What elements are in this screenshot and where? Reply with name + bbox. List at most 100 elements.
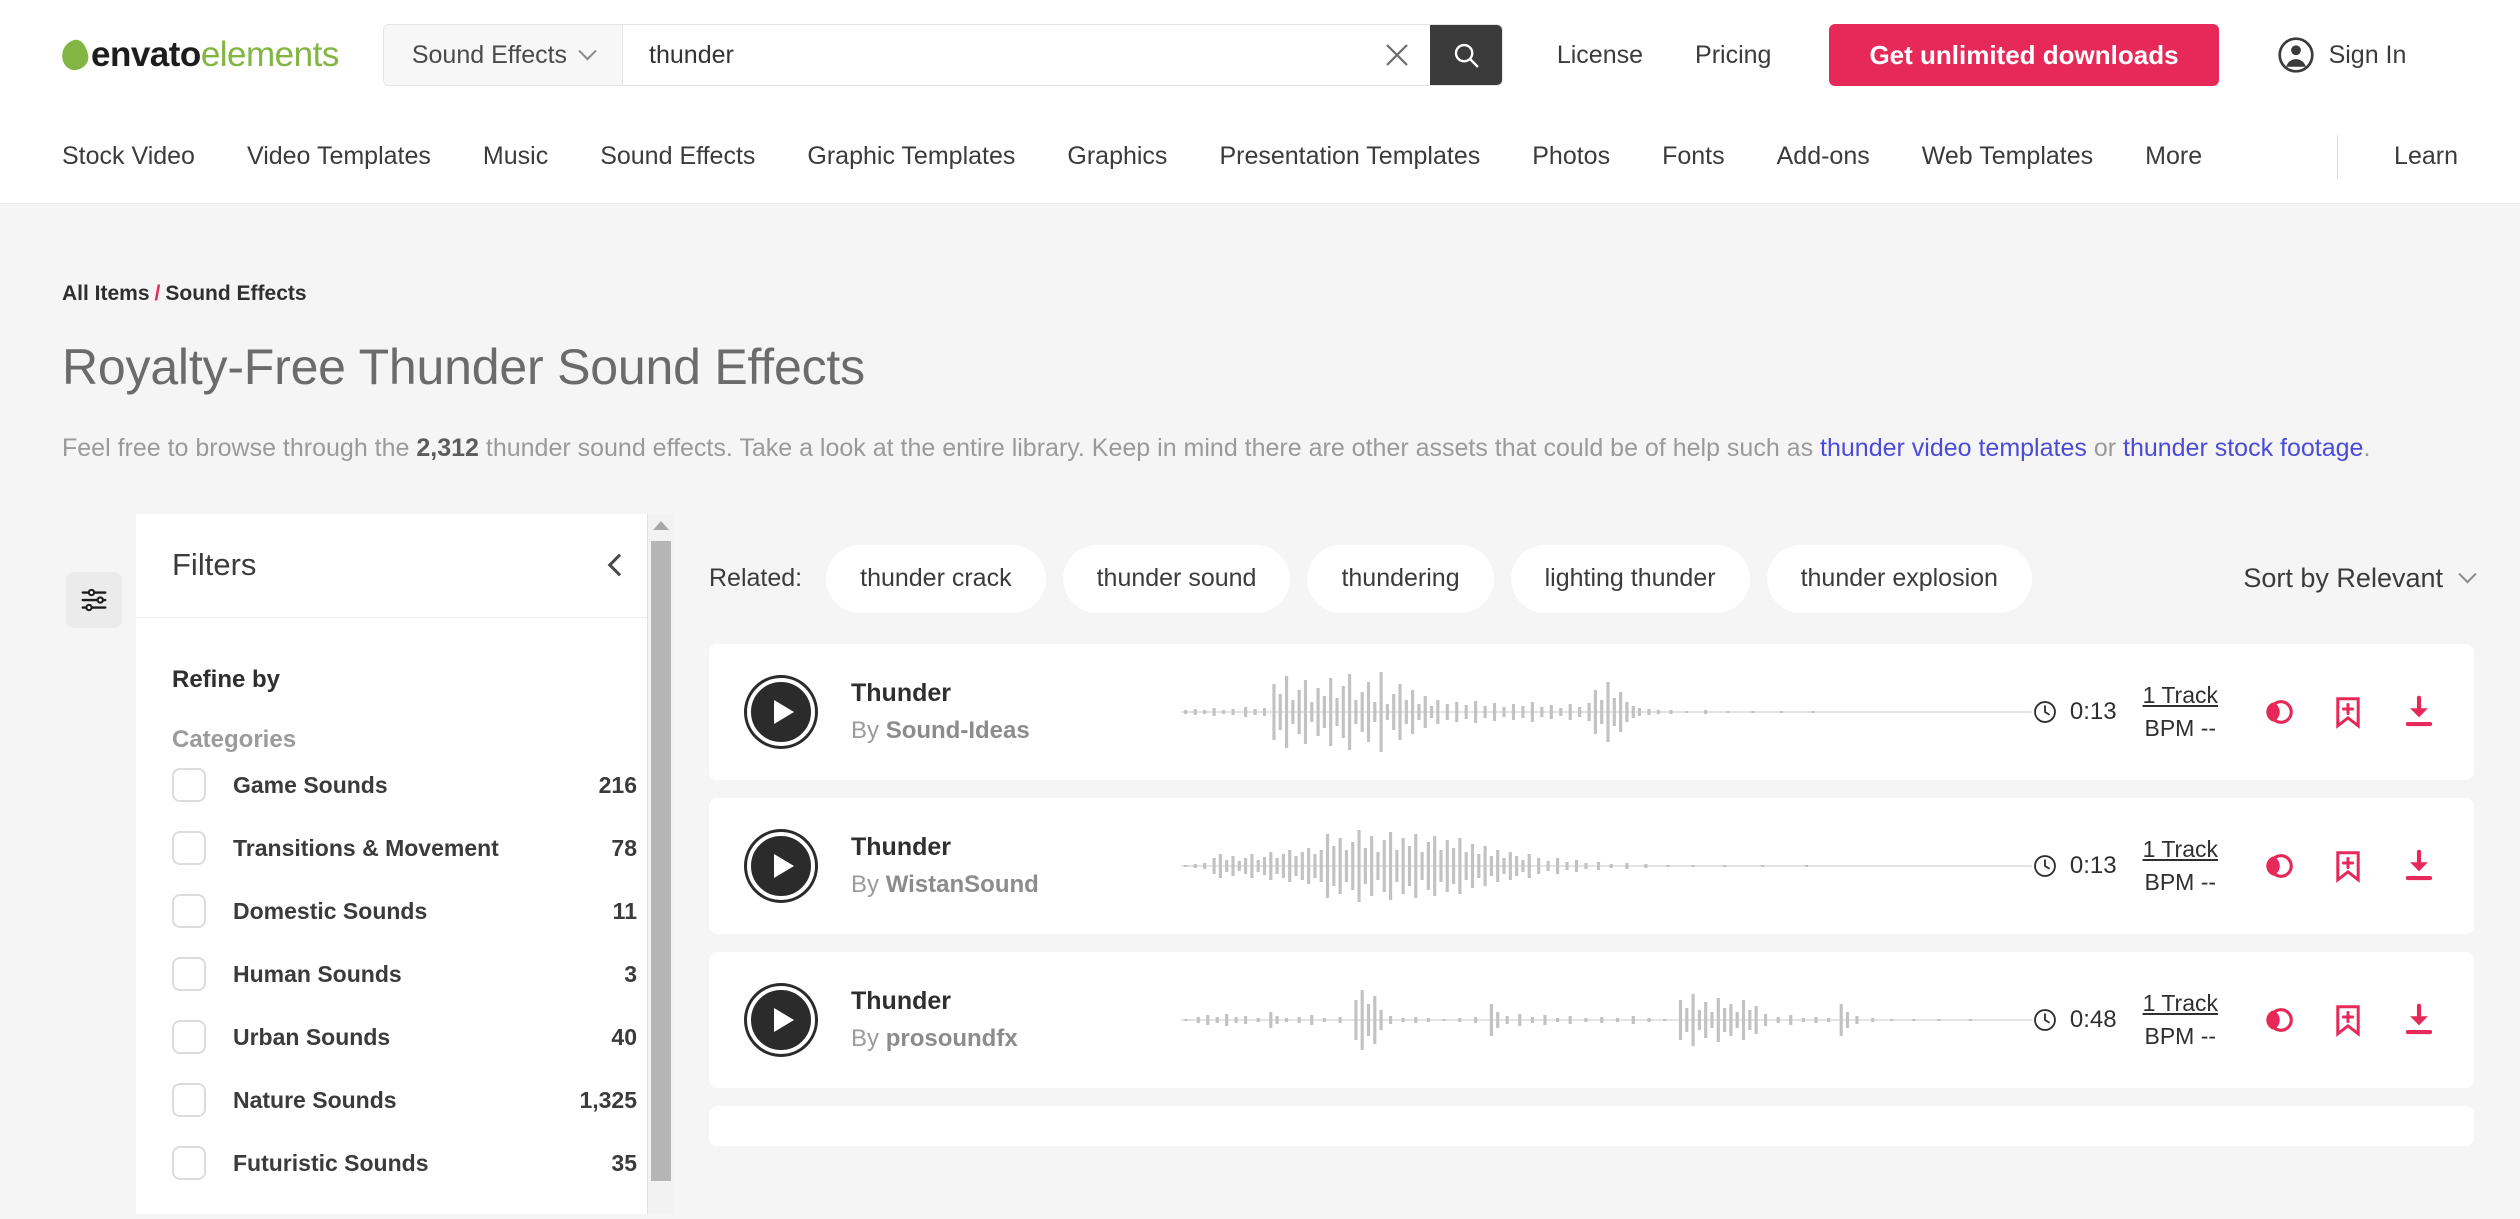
filter-count: 35	[611, 1150, 637, 1177]
nav-item-music[interactable]: Music	[483, 142, 548, 171]
similar-sounds-icon[interactable]	[2258, 1001, 2296, 1039]
track-row[interactable]: Thunder By WistanSound	[709, 798, 2474, 934]
search-submit-button[interactable]	[1430, 25, 1502, 85]
add-to-collection-icon[interactable]	[2330, 1001, 2366, 1039]
related-tag-thunder-explosion[interactable]: thunder explosion	[1767, 545, 2032, 613]
filter-row-nature-sounds[interactable]: Nature Sounds 1,325	[136, 1069, 673, 1132]
track-row-partial[interactable]	[709, 1106, 2474, 1146]
add-to-collection-icon[interactable]	[2330, 693, 2366, 731]
page-title: Royalty-Free Thunder Sound Effects	[62, 338, 2458, 396]
bpm-value: BPM --	[2143, 869, 2218, 896]
nav-item-learn[interactable]: Learn	[2394, 142, 2458, 171]
download-icon[interactable]	[2400, 693, 2438, 731]
track-title[interactable]: Thunder	[851, 833, 1181, 862]
results-toolbar: Related: thunder crack thunder sound thu…	[709, 514, 2474, 644]
checkbox-icon[interactable]	[172, 1083, 206, 1117]
track-title[interactable]: Thunder	[851, 679, 1181, 708]
nav-item-presentation-templates[interactable]: Presentation Templates	[1219, 142, 1480, 171]
header-link-pricing[interactable]: Pricing	[1695, 41, 1771, 70]
filters-sidebar: Filters Refine by Categories Game Sounds…	[136, 514, 673, 1214]
sort-by-dropdown[interactable]: Sort by Relevant	[2243, 563, 2474, 594]
checkbox-icon[interactable]	[172, 894, 206, 928]
play-button[interactable]	[747, 832, 815, 900]
duration: 0:13	[2032, 852, 2117, 880]
download-icon[interactable]	[2400, 847, 2438, 885]
clear-search-button[interactable]	[1364, 25, 1430, 85]
nav-item-add-ons[interactable]: Add-ons	[1777, 142, 1870, 171]
play-icon	[774, 700, 794, 724]
lede-text-2: thunder sound effects. Take a look at th…	[479, 434, 1820, 462]
waveform[interactable]	[1181, 974, 2032, 1066]
leaf-icon	[60, 38, 90, 71]
chevron-left-icon[interactable]	[608, 554, 631, 577]
track-row[interactable]: Thunder By Sound-Ideas	[709, 644, 2474, 780]
duration: 0:13	[2032, 698, 2117, 726]
filter-row-human-sounds[interactable]: Human Sounds 3	[136, 943, 673, 1006]
filter-row-transitions-movement[interactable]: Transitions & Movement 78	[136, 817, 673, 880]
track-count-link[interactable]: 1 Track	[2143, 990, 2218, 1017]
search-bar: Sound Effects	[383, 24, 1503, 86]
filter-count: 3	[624, 961, 637, 988]
nav-item-stock-video[interactable]: Stock Video	[62, 142, 195, 171]
related-tag-thunder-sound[interactable]: thunder sound	[1063, 545, 1291, 613]
similar-sounds-icon[interactable]	[2258, 693, 2296, 731]
track-count-link[interactable]: 1 Track	[2143, 836, 2218, 863]
breadcrumb-all-items[interactable]: All Items	[62, 282, 150, 305]
filter-row-futuristic-sounds[interactable]: Futuristic Sounds 35	[136, 1132, 673, 1195]
checkbox-icon[interactable]	[172, 831, 206, 865]
related-tag-thundering[interactable]: thundering	[1307, 545, 1493, 613]
nav-item-graphic-templates[interactable]: Graphic Templates	[807, 142, 1015, 171]
refine-by-label: Refine by	[136, 618, 673, 694]
sign-in-label: Sign In	[2329, 41, 2407, 70]
breadcrumb-sound-effects[interactable]: Sound Effects	[165, 282, 306, 305]
checkbox-icon[interactable]	[172, 957, 206, 991]
filters-toggle-button[interactable]	[66, 572, 122, 628]
waveform[interactable]	[1181, 820, 2032, 912]
checkbox-icon[interactable]	[172, 1020, 206, 1054]
envato-elements-logo[interactable]: envato elements	[62, 35, 339, 75]
track-author[interactable]: Sound-Ideas	[886, 717, 1030, 744]
search-category-select[interactable]: Sound Effects	[384, 25, 623, 85]
track-row[interactable]: Thunder By prosoundfx	[709, 952, 2474, 1088]
related-tag-lighting-thunder[interactable]: lighting thunder	[1511, 545, 1750, 613]
track-title[interactable]: Thunder	[851, 987, 1181, 1016]
nav-item-video-templates[interactable]: Video Templates	[247, 142, 431, 171]
page-description: Feel free to browse through the 2,312 th…	[62, 430, 2458, 468]
track-author[interactable]: WistanSound	[886, 871, 1039, 898]
play-button[interactable]	[747, 986, 815, 1054]
download-icon[interactable]	[2400, 1001, 2438, 1039]
waveform-graphic	[1181, 666, 2032, 758]
filter-row-urban-sounds[interactable]: Urban Sounds 40	[136, 1006, 673, 1069]
sidebar-scrollbar[interactable]	[647, 514, 673, 1214]
related-tag-thunder-crack[interactable]: thunder crack	[826, 545, 1045, 613]
scrollbar-thumb[interactable]	[651, 541, 671, 1181]
search-input[interactable]	[623, 25, 1364, 85]
similar-sounds-icon[interactable]	[2258, 847, 2296, 885]
link-thunder-video-templates[interactable]: thunder video templates	[1820, 434, 2087, 462]
track-author-line: By prosoundfx	[851, 1025, 1181, 1053]
close-icon	[1382, 40, 1412, 70]
scroll-up-arrow-icon[interactable]	[653, 521, 669, 530]
link-thunder-stock-footage[interactable]: thunder stock footage	[2123, 434, 2363, 462]
track-author[interactable]: prosoundfx	[886, 1025, 1018, 1052]
filters-header: Filters	[136, 514, 673, 618]
filter-row-domestic-sounds[interactable]: Domestic Sounds 11	[136, 880, 673, 943]
checkbox-icon[interactable]	[172, 768, 206, 802]
track-count-link[interactable]: 1 Track	[2143, 682, 2218, 709]
nav-item-sound-effects[interactable]: Sound Effects	[600, 142, 755, 171]
filter-row-game-sounds[interactable]: Game Sounds 216	[136, 754, 673, 817]
duration-value: 0:48	[2070, 1006, 2117, 1034]
clock-icon	[2032, 853, 2058, 879]
add-to-collection-icon[interactable]	[2330, 847, 2366, 885]
sign-in-button[interactable]: Sign In	[2277, 36, 2407, 74]
waveform[interactable]	[1181, 666, 2032, 758]
checkbox-icon[interactable]	[172, 1146, 206, 1180]
header-link-license[interactable]: License	[1557, 41, 1643, 70]
play-button[interactable]	[747, 678, 815, 746]
nav-item-web-templates[interactable]: Web Templates	[1922, 142, 2093, 171]
nav-item-fonts[interactable]: Fonts	[1662, 142, 1725, 171]
nav-item-graphics[interactable]: Graphics	[1067, 142, 1167, 171]
nav-item-more[interactable]: More	[2145, 142, 2202, 171]
nav-item-photos[interactable]: Photos	[1532, 142, 1610, 171]
get-unlimited-downloads-button[interactable]: Get unlimited downloads	[1829, 24, 2218, 86]
